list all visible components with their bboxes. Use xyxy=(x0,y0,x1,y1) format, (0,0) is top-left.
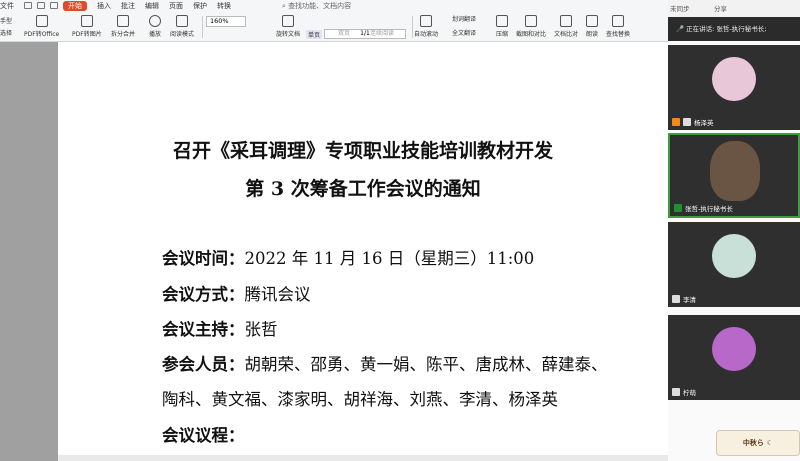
pdf-office-icon xyxy=(35,15,48,27)
avatar xyxy=(712,327,756,371)
read-mode-button[interactable]: 阅读模式 xyxy=(170,12,194,42)
doc-compare-button[interactable]: 文档比对 xyxy=(554,12,578,42)
meeting-attendees-cont: 陶科、黄文福、漆家明、胡祥海、刘燕、李清、杨泽英 xyxy=(162,390,558,409)
mic-icon: 🎤 xyxy=(676,25,687,33)
meeting-panel: 未同步 分享 🎤 正在讲话: 张哲-执行秘书长; 杨泽英 张哲-执行秘书长 李清… xyxy=(668,0,800,461)
participant-tile-active[interactable]: 张哲-执行秘书长 xyxy=(668,133,800,218)
print-icon[interactable] xyxy=(37,2,45,9)
image-icon xyxy=(80,15,93,27)
participant-tile[interactable]: 杨泽英 xyxy=(668,45,800,130)
status-bar xyxy=(58,455,668,461)
video-feed xyxy=(710,141,760,201)
save-icon[interactable] xyxy=(24,2,32,9)
mic-icon xyxy=(674,204,682,212)
search-placeholder: 查找功能、文档内容 xyxy=(288,2,352,10)
zoom-select[interactable]: 160% xyxy=(206,16,246,27)
mic-icon xyxy=(672,295,680,303)
meeting-agenda: 会议议程： xyxy=(162,426,245,445)
menu-protect[interactable]: 保护 xyxy=(193,1,207,11)
mic-icon xyxy=(672,388,680,396)
compress-button[interactable]: 压缩 xyxy=(496,12,508,42)
participant-tile[interactable]: 李清 xyxy=(668,222,800,307)
word-translate-button[interactable]: 划词翻译 xyxy=(452,14,476,26)
meeting-attendees: 参会人员：胡朝荣、邵勇、黄一娟、陈平、唐成林、薛建泰、 xyxy=(162,355,608,374)
menu-insert[interactable]: 插入 xyxy=(97,1,111,11)
share-button[interactable]: 分享 xyxy=(714,3,727,13)
split-merge-button[interactable]: 拆分合并 xyxy=(111,12,135,42)
screenshot-compare-button[interactable]: 截图和对比 xyxy=(516,12,546,42)
pdf-to-image-button[interactable]: PDF转图片 xyxy=(72,12,102,42)
play-button[interactable]: 播放 xyxy=(149,12,161,42)
menu-page[interactable]: 页面 xyxy=(169,1,183,11)
mooncake-sticker: 中秋ら ☾ xyxy=(716,430,800,456)
mic-icon xyxy=(683,118,691,126)
auto-scroll-button[interactable]: 自动滚动 xyxy=(414,12,438,42)
document-page[interactable]: 召开《采耳调理》专项职业技能培训教材开发 第 3 次筹备工作会议的通知 会议时间… xyxy=(58,42,668,461)
book-icon xyxy=(176,15,188,27)
compress-icon xyxy=(496,15,508,27)
find-replace-button[interactable]: 查找替换 xyxy=(606,12,630,42)
continuous-read-button[interactable]: 连续阅读 xyxy=(370,28,394,40)
doc-title-line1: 召开《采耳调理》专项职业技能培训教材开发 xyxy=(172,140,553,162)
participant-tile[interactable]: 柠萌 xyxy=(668,315,800,400)
menu-file[interactable]: 文件 xyxy=(0,1,14,11)
rotate-icon xyxy=(282,15,294,27)
read-aloud-button[interactable]: 朗读 xyxy=(586,12,598,42)
meeting-host: 会议主持：张哲 xyxy=(162,320,278,339)
avatar xyxy=(712,57,756,101)
menu-annotate[interactable]: 批注 xyxy=(121,1,135,11)
avatar xyxy=(712,234,756,278)
full-translate-button[interactable]: 全文翻译 xyxy=(452,28,476,40)
scissors-icon xyxy=(525,15,537,27)
divider xyxy=(412,16,413,38)
menu-home[interactable]: 开始 xyxy=(63,0,87,11)
scroll-icon xyxy=(420,15,432,27)
rotate-doc-button[interactable]: 旋转文档 xyxy=(276,12,300,42)
left-margin xyxy=(0,42,58,461)
pdf-to-office-button[interactable]: PDF转Office xyxy=(24,12,59,42)
menu-edit[interactable]: 编辑 xyxy=(145,1,159,11)
ribbon: 手型 选择 PDF转Office PDF转图片 拆分合并 播放 阅读模式 160%… xyxy=(0,12,668,42)
moon-icon: ☾ xyxy=(766,439,774,447)
split-icon xyxy=(117,15,129,27)
find-icon xyxy=(612,15,624,27)
meeting-mode: 会议方式：腾讯会议 xyxy=(162,285,311,304)
panel-header: 未同步 分享 xyxy=(668,0,800,17)
search-box[interactable]: ⌕ 查找功能、文档内容 xyxy=(282,1,351,11)
menu-convert[interactable]: 转换 xyxy=(217,1,231,11)
speaker-icon xyxy=(586,15,598,27)
undo-icon[interactable] xyxy=(50,2,58,9)
hand-tool-button[interactable]: 手型 选择 xyxy=(0,12,12,42)
single-page-button[interactable]: 单页 xyxy=(306,28,323,40)
speaking-indicator: 🎤 正在讲话: 张哲-执行秘书长; xyxy=(668,17,800,41)
host-icon xyxy=(672,118,680,126)
sync-status[interactable]: 未同步 xyxy=(670,3,690,13)
compare-icon xyxy=(560,15,572,27)
divider xyxy=(202,16,203,38)
meeting-time: 会议时间：2022 年 11 月 16 日（星期三）11:00 xyxy=(162,249,535,268)
app-window: 文件 开始 插入 批注 编辑 页面 保护 转换 ⌕ 查找功能、文档内容 手型 选择… xyxy=(0,0,800,461)
double-page-button[interactable]: 双页 xyxy=(338,28,350,40)
doc-title-line2: 第 3 次筹备工作会议的通知 xyxy=(245,178,481,200)
menu-bar: 文件 开始 插入 批注 编辑 页面 保护 转换 xyxy=(0,0,241,11)
pdf-toolbar: 文件 开始 插入 批注 编辑 页面 保护 转换 ⌕ 查找功能、文档内容 手型 选择… xyxy=(0,0,668,42)
play-icon xyxy=(149,15,161,27)
